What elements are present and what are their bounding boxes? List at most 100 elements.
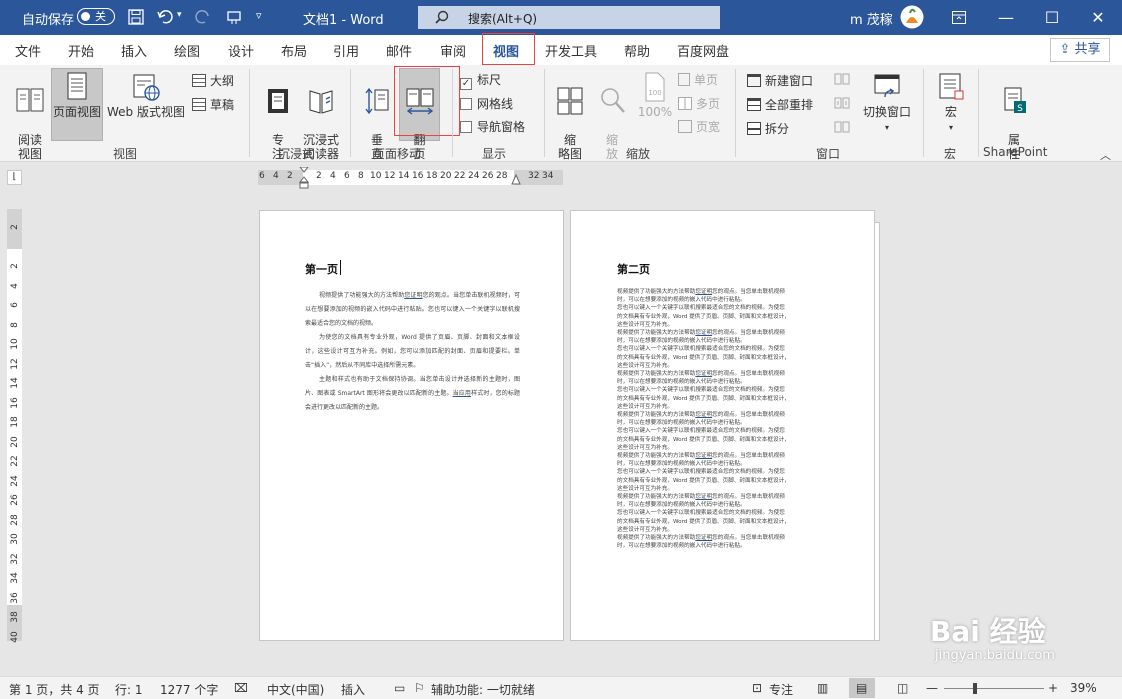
read-mode-icon — [16, 88, 44, 112]
vruler-tick: 2 — [10, 263, 20, 269]
nav-pane-label: 导航窗格 — [477, 120, 526, 134]
tab-insert[interactable]: 插入 — [121, 41, 147, 60]
zoom-100-button[interactable]: 100 100% — [635, 71, 675, 119]
autosave-toggle[interactable]: 关 — [77, 8, 115, 25]
word-count[interactable]: 1277 个字 — [160, 681, 218, 698]
maximize-button[interactable]: ☐ — [1029, 0, 1075, 35]
avatar[interactable] — [900, 5, 924, 29]
gridlines-checkbox[interactable]: 网格线 — [460, 95, 513, 112]
sync-scroll-icon[interactable] — [834, 96, 850, 110]
one-page-icon — [678, 73, 690, 86]
save-icon[interactable] — [128, 9, 144, 25]
document-page-2[interactable]: 第二页 视频提供了功能强大的方法帮助您证明您的观点。当您单击联机视频 时，可以在想… — [570, 210, 875, 641]
web-layout-button[interactable]: Web 版式视图 — [105, 71, 187, 119]
macros-dropdown-icon: ▾ — [948, 123, 953, 132]
text-line: 的文档具有专业外观，Word 提供了页眉、页脚、封面和文本框设计， — [617, 477, 790, 484]
status-bar: 第 1 页，共 4 页 行: 1 1277 个字 ⌧ 中文(中国) 插入 ▭ ⚐… — [0, 676, 1122, 699]
gridlines-label: 网格线 — [477, 97, 514, 111]
underlined-text: 您证明 — [695, 330, 713, 337]
horizontal-ruler[interactable]: 6 4 2 2 4 6 8 10 12 14 16 18 20 22 24 26… — [258, 167, 563, 189]
vruler-tick: 36 — [10, 592, 20, 604]
macro-record-icon[interactable]: ▭ — [394, 681, 405, 695]
page-width-button[interactable]: 页宽 — [678, 118, 720, 135]
view-side-by-side-icon[interactable] — [834, 72, 850, 86]
read-mode-view-icon[interactable]: ▥ — [817, 681, 828, 695]
macros-button[interactable]: 宏 ▾ — [931, 71, 971, 135]
vruler-tick: 20 — [10, 436, 20, 448]
text-line: 视频提供了功能强大的方法帮助您证明您的观点。当您单击联机视频 — [617, 288, 837, 296]
customize-toolbar-icon[interactable]: ▿ — [256, 9, 262, 22]
ruler-label: 标尺 — [477, 73, 502, 87]
tab-review[interactable]: 审阅 — [440, 41, 466, 60]
indent-marker-icon[interactable] — [299, 167, 309, 189]
side-to-side-highlight — [394, 66, 460, 136]
ribbon-display-icon[interactable] — [952, 11, 966, 24]
text-run: 您的观点。当您单击联机视频 — [712, 494, 785, 501]
reset-window-icon[interactable] — [834, 120, 850, 134]
share-button[interactable]: ⇪ 共享 — [1050, 38, 1110, 62]
text-run: 您的观点。当您单击联机视频 — [712, 412, 785, 419]
print-layout-button[interactable]: 页面视图 — [51, 71, 103, 119]
right-indent-marker-icon[interactable] — [511, 174, 521, 185]
redo-icon[interactable] — [195, 9, 211, 25]
text-line: 视频提供了功能强大的方法帮助您证明您的观点。当您单击联机视频 — [617, 411, 837, 419]
draft-button[interactable]: 草稿 — [192, 96, 234, 113]
zoom-slider-thumb[interactable] — [973, 683, 977, 694]
search-box[interactable]: 搜索(Alt+Q) — [418, 6, 720, 29]
thumbnails-button[interactable]: 缩 略图 — [551, 71, 589, 161]
minimize-button[interactable]: — — [983, 0, 1029, 35]
ruler-tick: 16 — [412, 171, 424, 181]
vruler-tick: 18 — [10, 416, 20, 428]
tab-help[interactable]: 帮助 — [624, 41, 650, 60]
split-button[interactable]: 拆分 — [747, 120, 789, 137]
read-mode-button[interactable]: 阅读 视图 — [10, 71, 50, 161]
new-window-button[interactable]: 新建窗口 — [747, 72, 813, 89]
document-page-1[interactable]: 第一页 视频提供了功能强大的方法帮助您证明您的观点。当您单击联机视频时，可以在想… — [259, 210, 564, 641]
accessibility-status[interactable]: 辅助功能: 一切就绪 — [431, 681, 535, 698]
language[interactable]: 中文(中国) — [267, 681, 324, 698]
nav-pane-checkbox[interactable]: 导航窗格 — [460, 118, 525, 135]
arrange-all-button[interactable]: 全部重排 — [747, 96, 813, 113]
tab-references[interactable]: 引用 — [333, 41, 359, 60]
tab-baidu-netdisk[interactable]: 百度网盘 — [677, 41, 729, 60]
zoom-slider[interactable] — [944, 688, 1044, 689]
page-count[interactable]: 第 1 页，共 4 页 — [9, 681, 100, 698]
insert-mode[interactable]: 插入 — [341, 681, 365, 698]
user-name[interactable]: m 茂稼 — [850, 9, 893, 28]
arrange-all-label: 全部重排 — [765, 98, 814, 112]
ruler-checkbox[interactable]: ✓ 标尺 — [460, 71, 501, 90]
view-group-label: 视图 — [113, 147, 138, 161]
undo-icon[interactable] — [157, 9, 175, 25]
text-line: 时，可以在想要添加的视频的嵌入代码中进行粘贴。 — [617, 297, 746, 304]
tab-developer[interactable]: 开发工具 — [545, 41, 597, 60]
proofing-icon[interactable]: ⌧ — [234, 681, 248, 695]
tab-home[interactable]: 开始 — [68, 41, 94, 60]
switch-window-button[interactable]: 切换窗口 ▾ — [858, 71, 916, 135]
tab-draw[interactable]: 绘图 — [174, 41, 200, 60]
zoom-in-icon[interactable]: + — [1048, 681, 1058, 695]
tab-design[interactable]: 设计 — [228, 41, 254, 60]
close-button[interactable]: ✕ — [1075, 0, 1121, 35]
zoom-out-icon[interactable]: — — [926, 681, 938, 695]
vruler-tick: 16 — [10, 397, 20, 409]
tab-selector-icon[interactable]: ⌊ — [7, 170, 22, 185]
read-mode-label: 阅读 视图 — [17, 133, 42, 161]
ruler-tick: 6 — [259, 171, 265, 181]
multi-page-button[interactable]: 多页 — [678, 95, 720, 112]
web-layout-view-icon[interactable]: ◫ — [897, 681, 908, 695]
line-number[interactable]: 行: 1 — [115, 681, 143, 698]
zoom-level[interactable]: 39% — [1070, 681, 1097, 695]
touch-mode-icon[interactable] — [226, 9, 242, 25]
tab-layout[interactable]: 布局 — [281, 41, 307, 60]
vruler-tick: 34 — [10, 572, 20, 584]
tab-mailings[interactable]: 邮件 — [386, 41, 412, 60]
undo-dropdown-icon[interactable]: ▾ — [177, 10, 182, 20]
collapse-ribbon-icon[interactable]: ︿ — [1100, 147, 1111, 163]
vertical-ruler[interactable]: 2 2 4 6 8 10 12 14 16 18 20 22 24 26 28 … — [7, 209, 22, 643]
tab-file[interactable]: 文件 — [15, 41, 41, 60]
focus-mode-button[interactable]: 专注 — [769, 681, 793, 698]
divider — [452, 69, 453, 157]
print-layout-view-icon[interactable]: ▤ — [856, 681, 867, 695]
outline-button[interactable]: 大纲 — [192, 72, 234, 89]
one-page-button[interactable]: 单页 — [678, 71, 718, 88]
